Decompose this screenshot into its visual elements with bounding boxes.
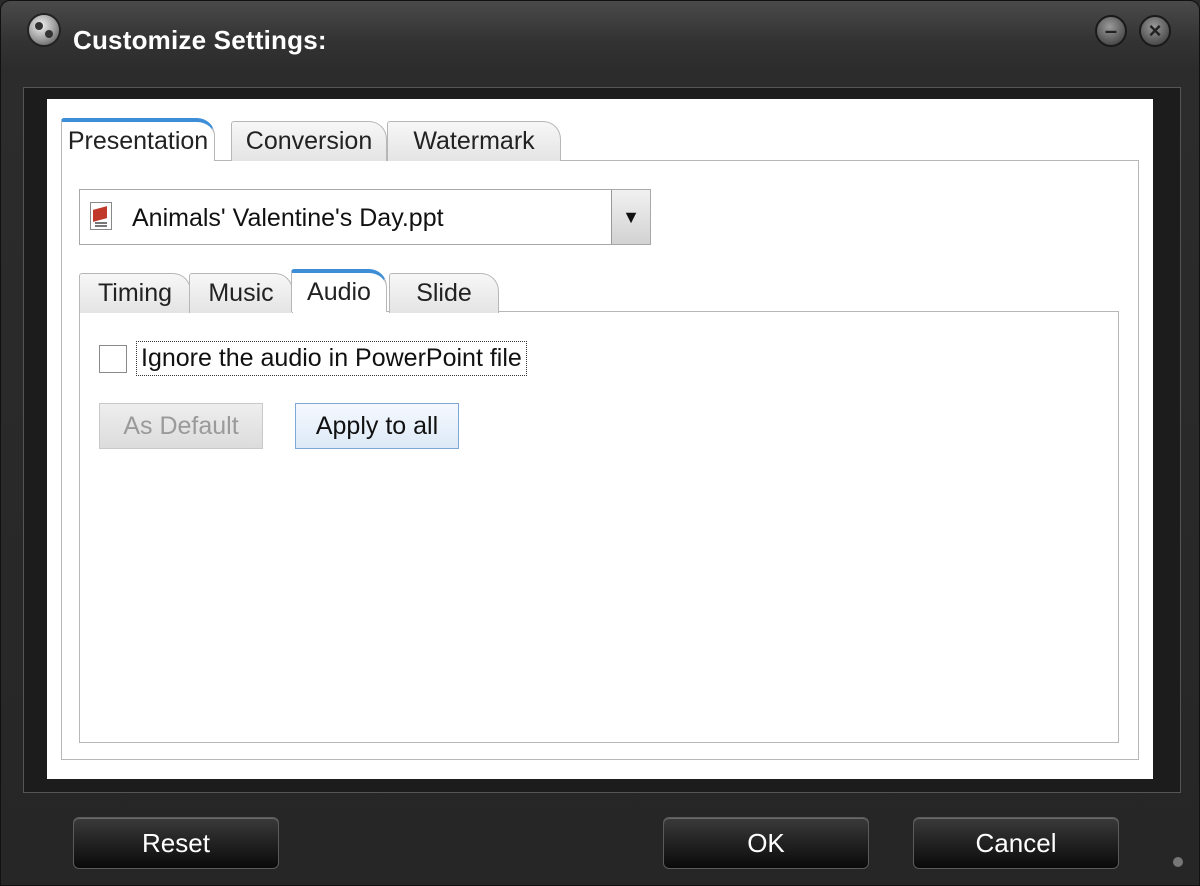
ignore-audio-checkbox[interactable] xyxy=(99,345,127,373)
tab-presentation[interactable]: Presentation xyxy=(61,118,215,161)
tab-label: Watermark xyxy=(413,127,535,155)
title-bar[interactable]: Customize Settings: – × xyxy=(1,1,1199,73)
window-title: Customize Settings: xyxy=(73,25,327,55)
reset-button[interactable]: Reset xyxy=(73,817,279,869)
tab-label: Presentation xyxy=(67,127,209,155)
dialog-window: Customize Settings: – × Presentation Con… xyxy=(0,0,1200,886)
tab-music[interactable]: Music xyxy=(189,273,293,313)
cancel-label: Cancel xyxy=(975,827,1057,858)
as-default-button[interactable]: As Default xyxy=(99,403,263,449)
as-default-label: As Default xyxy=(123,411,239,440)
minimize-icon: – xyxy=(1104,18,1118,43)
tab-slide[interactable]: Slide xyxy=(389,273,499,313)
cancel-button[interactable]: Cancel xyxy=(913,817,1119,869)
dropdown-button[interactable]: ▼ xyxy=(611,190,650,244)
tab-label: Slide xyxy=(416,279,472,307)
tab-watermark[interactable]: Watermark xyxy=(387,121,561,161)
tab-conversion[interactable]: Conversion xyxy=(231,121,387,161)
apply-to-all-button[interactable]: Apply to all xyxy=(295,403,459,449)
apply-to-all-label: Apply to all xyxy=(315,411,439,440)
chevron-down-icon: ▼ xyxy=(622,206,640,227)
close-button[interactable]: × xyxy=(1139,15,1171,47)
ppt-file-icon xyxy=(90,202,112,230)
ok-label: OK xyxy=(747,827,785,858)
ok-button[interactable]: OK xyxy=(663,817,869,869)
close-icon: × xyxy=(1148,18,1162,43)
tab-label: Music xyxy=(208,279,274,307)
tab-label: Conversion xyxy=(245,127,373,155)
tab-audio[interactable]: Audio xyxy=(291,269,387,312)
presentation-file-select[interactable]: Animals' Valentine's Day.ppt ▼ xyxy=(79,189,651,245)
ignore-audio-label[interactable]: Ignore the audio in PowerPoint file xyxy=(136,341,527,376)
tab-label: Timing xyxy=(97,279,173,307)
minimize-button[interactable]: – xyxy=(1095,15,1127,47)
resize-grip-icon[interactable] xyxy=(1173,857,1183,867)
reset-label: Reset xyxy=(142,827,210,858)
tab-label: Audio xyxy=(307,278,371,306)
tab-timing[interactable]: Timing xyxy=(79,273,191,313)
selected-file-name: Animals' Valentine's Day.ppt xyxy=(132,204,444,232)
app-reel-icon xyxy=(29,15,59,45)
